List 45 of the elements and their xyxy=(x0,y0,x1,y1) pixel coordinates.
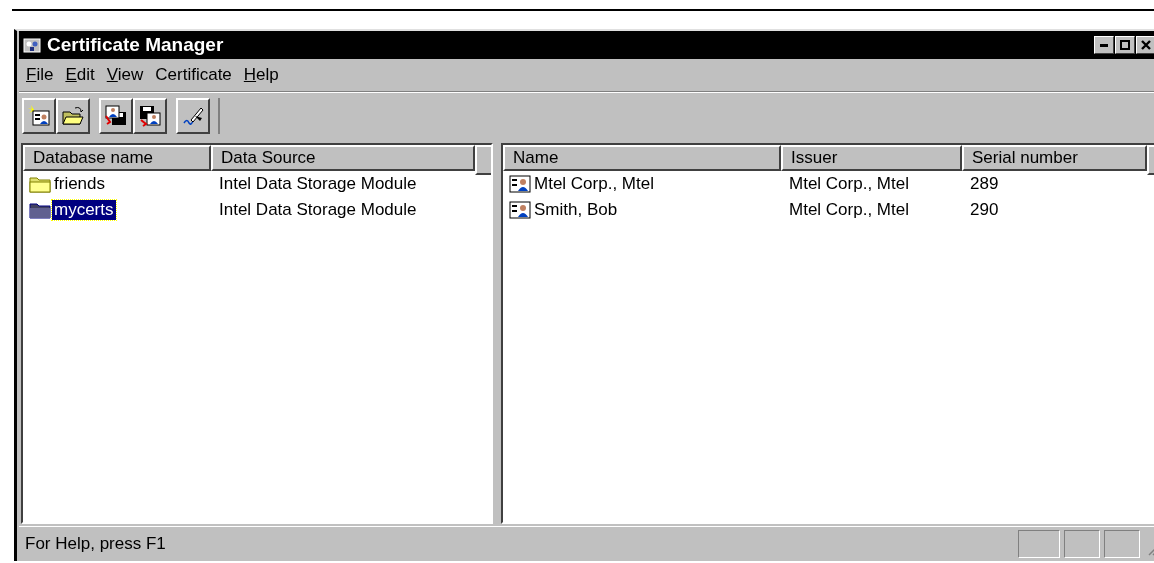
maximize-icon xyxy=(1120,40,1130,50)
new-card-icon xyxy=(27,104,51,128)
list-item[interactable]: Smith, Bob xyxy=(532,200,620,220)
toolbar-button[interactable] xyxy=(56,98,90,134)
table-cell-text: 289 xyxy=(969,174,1000,194)
toolbar-button[interactable] xyxy=(133,98,167,134)
toolbar-button[interactable] xyxy=(99,98,133,134)
certificate-card-icon xyxy=(509,201,531,219)
toolbar-button[interactable] xyxy=(176,98,210,134)
column-header[interactable]: Data Source xyxy=(211,145,475,171)
menu-item[interactable]: View xyxy=(101,63,149,87)
status-panel xyxy=(1018,530,1060,558)
disk-card-icon xyxy=(138,104,162,128)
toolbar-button[interactable] xyxy=(22,98,56,134)
table-cell-text: Intel Data Storage Module xyxy=(218,200,418,220)
column-header[interactable]: Name xyxy=(503,145,781,171)
column-header[interactable]: Database name xyxy=(23,145,211,171)
close-button[interactable] xyxy=(1136,36,1154,54)
menu-item[interactable]: Certificate xyxy=(150,63,237,87)
table-cell-text: Intel Data Storage Module xyxy=(218,174,418,194)
folder-icon xyxy=(29,201,51,219)
menu-item[interactable]: File xyxy=(21,63,59,87)
table-cell-text: 290 xyxy=(969,200,1000,220)
list-item[interactable]: Mtel Corp., Mtel xyxy=(532,174,656,194)
minimize-icon xyxy=(1100,43,1108,47)
column-header[interactable]: Issuer xyxy=(781,145,962,171)
list-item[interactable]: mycerts xyxy=(52,200,116,220)
table-cell-text: Mtel Corp., Mtel xyxy=(788,174,910,194)
close-icon xyxy=(1141,40,1151,50)
window-title: Certificate Manager xyxy=(47,34,225,56)
card-disk-icon xyxy=(104,104,128,128)
folder-icon xyxy=(29,175,51,193)
minimize-button[interactable] xyxy=(1094,36,1114,54)
app-icon xyxy=(23,37,41,53)
column-header[interactable]: Serial number xyxy=(962,145,1147,171)
certificate-card-icon xyxy=(509,175,531,193)
menu-item[interactable]: Edit xyxy=(60,63,100,87)
status-text: For Help, press F1 xyxy=(25,534,167,554)
status-panel xyxy=(1064,530,1100,558)
maximize-button[interactable] xyxy=(1115,36,1135,54)
menu-item[interactable]: Help xyxy=(238,63,284,87)
list-item[interactable]: friends xyxy=(52,174,108,194)
status-panel xyxy=(1104,530,1140,558)
open-folder-icon xyxy=(61,104,85,128)
table-cell-text: Mtel Corp., Mtel xyxy=(788,200,910,220)
